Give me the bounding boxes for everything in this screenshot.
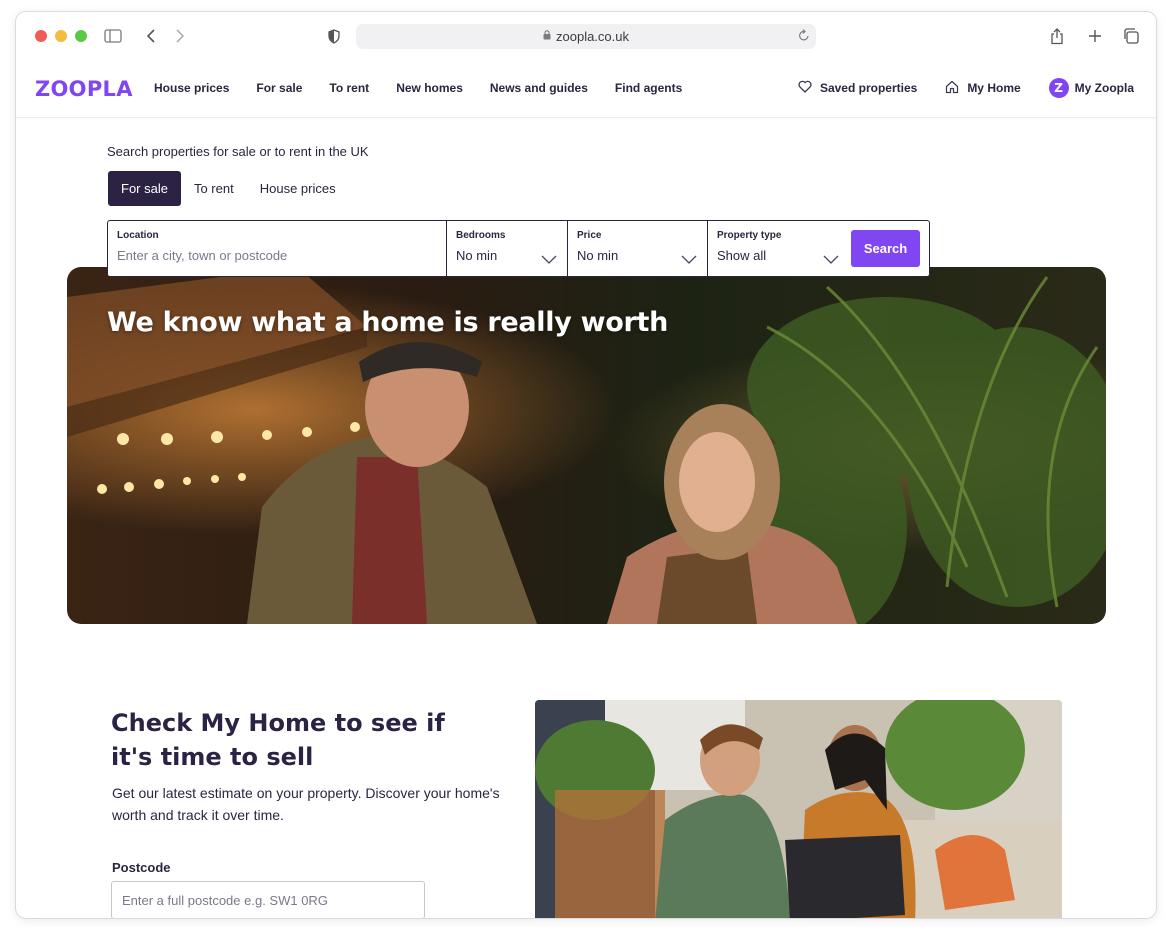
- nav-link-news-and-guides[interactable]: News and guides: [490, 81, 588, 95]
- tab-overview-icon[interactable]: [1121, 26, 1141, 46]
- zoopla-avatar-icon: Z: [1048, 78, 1069, 98]
- chevron-down-icon: [823, 251, 839, 269]
- check-my-home-description: Get our latest estimate on your property…: [112, 785, 500, 823]
- main-nav: House prices For sale To rent New homes …: [154, 81, 709, 95]
- location-label: Location: [117, 230, 159, 241]
- my-zoopla-link[interactable]: Z My Zoopla: [1048, 78, 1134, 98]
- hero-banner: We know what a home is really worth: [67, 267, 1106, 624]
- heart-icon: [798, 80, 812, 96]
- property-type-select[interactable]: Property type Show all: [708, 221, 849, 276]
- location-field[interactable]: Location Enter a city, town or postcode: [108, 221, 447, 276]
- property-type-label: Property type: [717, 230, 782, 241]
- property-search-form: Location Enter a city, town or postcode …: [107, 220, 930, 277]
- bedrooms-label: Bedrooms: [456, 230, 506, 241]
- chevron-down-icon: [681, 251, 697, 269]
- tab-for-sale[interactable]: For sale: [108, 171, 181, 206]
- new-tab-icon[interactable]: [1085, 26, 1105, 46]
- price-label: Price: [577, 230, 602, 241]
- price-value: No min: [577, 248, 619, 263]
- hero-headline: We know what a home is really worth: [107, 307, 669, 338]
- lock-icon: [543, 30, 551, 43]
- nav-link-new-homes[interactable]: New homes: [396, 81, 463, 95]
- postcode-input[interactable]: [111, 881, 425, 918]
- couple-laptop-image: [535, 700, 1062, 918]
- saved-properties-label: Saved properties: [819, 81, 918, 95]
- tab-to-rent[interactable]: To rent: [181, 171, 247, 206]
- url-text: zoopla.co.uk: [556, 29, 629, 44]
- my-home-label: My Home: [967, 81, 1021, 95]
- house-icon: [945, 80, 959, 97]
- account-nav: Saved properties My Home Z My Zoopla: [770, 78, 1134, 98]
- reload-icon[interactable]: [798, 28, 810, 45]
- postcode-label: Postcode: [112, 860, 171, 875]
- window-controls: [35, 30, 87, 42]
- search-intro-text: Search properties for sale or to rent in…: [107, 144, 369, 159]
- forward-icon[interactable]: [170, 26, 190, 46]
- zoom-window-button[interactable]: [75, 30, 87, 42]
- nav-link-find-agents[interactable]: Find agents: [615, 81, 682, 95]
- price-select[interactable]: Price No min: [568, 221, 708, 276]
- bedrooms-select[interactable]: Bedrooms No min: [447, 221, 568, 276]
- location-input[interactable]: Enter a city, town or postcode: [117, 248, 437, 263]
- nav-link-house-prices[interactable]: House prices: [154, 81, 229, 95]
- my-zoopla-label: My Zoopla: [1074, 81, 1134, 95]
- chevron-down-icon: [541, 251, 557, 269]
- browser-window: zoopla.co.uk ZOOPLA House prices For sal…: [15, 11, 1157, 919]
- couple-laptop-photo: [535, 700, 1062, 918]
- nav-link-for-sale[interactable]: For sale: [256, 81, 302, 95]
- search-tabs: For sale To rent House prices: [108, 171, 349, 206]
- zoopla-logo[interactable]: ZOOPLA: [35, 77, 133, 101]
- address-bar[interactable]: zoopla.co.uk: [356, 24, 816, 49]
- share-icon[interactable]: [1047, 26, 1067, 46]
- property-type-value: Show all: [717, 248, 767, 263]
- search-button[interactable]: Search: [851, 230, 920, 267]
- back-icon[interactable]: [141, 26, 161, 46]
- nav-link-to-rent[interactable]: To rent: [329, 81, 369, 95]
- browser-toolbar: zoopla.co.uk: [16, 12, 1156, 60]
- my-home-link[interactable]: My Home: [945, 80, 1021, 97]
- close-window-button[interactable]: [35, 30, 47, 42]
- sidebar-toggle-icon[interactable]: [103, 26, 123, 46]
- site-header: ZOOPLA House prices For sale To rent New…: [16, 60, 1156, 118]
- privacy-shield-icon[interactable]: [324, 26, 344, 46]
- minimize-window-button[interactable]: [55, 30, 67, 42]
- tab-house-prices[interactable]: House prices: [247, 171, 349, 206]
- check-my-home-title: Check My Home to see if it's time to sel…: [111, 709, 445, 771]
- saved-properties-link[interactable]: Saved properties: [798, 80, 917, 96]
